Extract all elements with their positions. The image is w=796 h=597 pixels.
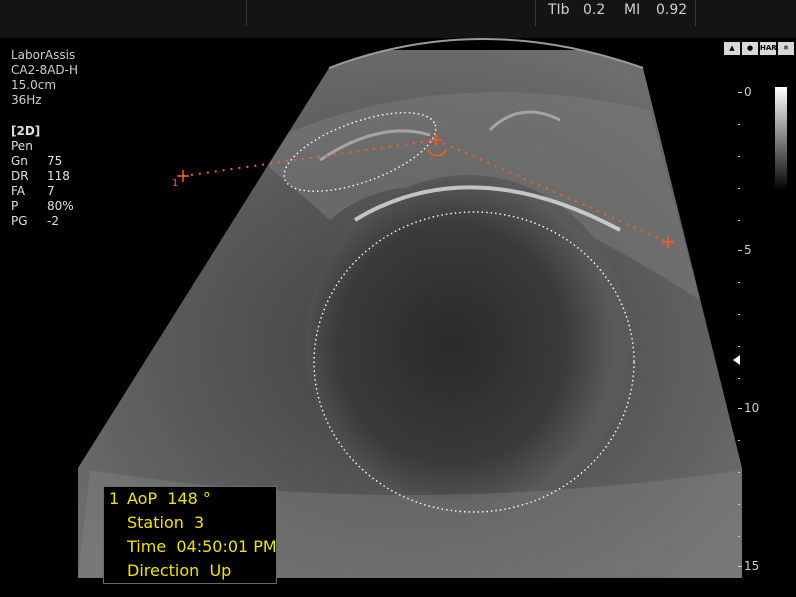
time-value: Time 04:50:01 PM bbox=[127, 537, 277, 556]
divider bbox=[695, 0, 696, 26]
depth-tick bbox=[738, 314, 740, 315]
result-index: 1 bbox=[109, 489, 120, 508]
focus-marker-icon[interactable] bbox=[733, 355, 740, 365]
mode-label: [2D] bbox=[11, 124, 41, 138]
frame-rate: 36Hz bbox=[11, 93, 42, 107]
probe-icon: ▲ bbox=[724, 42, 740, 55]
depth-label-10: 10 bbox=[744, 401, 760, 415]
measurement-results-box: 1 AoP 148 ° Station 3 Time 04:50:01 PM D… bbox=[103, 486, 277, 584]
divider bbox=[246, 0, 247, 26]
divider bbox=[535, 0, 536, 26]
param-key: P bbox=[11, 199, 19, 213]
station-value: Station 3 bbox=[127, 513, 205, 532]
mi-label: MI bbox=[624, 2, 641, 18]
depth-tick bbox=[738, 440, 740, 441]
param-value: 75 bbox=[47, 154, 63, 168]
depth-tick bbox=[738, 408, 742, 409]
param-key: DR bbox=[11, 169, 29, 183]
caliper-left[interactable] bbox=[177, 170, 189, 182]
param-value: -2 bbox=[47, 214, 59, 228]
depth-tick bbox=[738, 378, 740, 379]
depth-tick bbox=[738, 282, 740, 283]
measurement-marker: 1 bbox=[172, 178, 178, 189]
depth-tick bbox=[738, 504, 740, 505]
probe-info: LaborAssis CA2-8AD-H 15.0cm 36Hz bbox=[11, 48, 78, 108]
param-row: Gn 75 bbox=[11, 154, 74, 169]
param-row: DR 118 bbox=[11, 169, 74, 184]
depth-tick bbox=[738, 346, 740, 347]
fetal-icon: ● bbox=[742, 42, 758, 55]
imaging-params: [2D] Pen Gn 75 DR 118 FA 7 P 80% PG -2 bbox=[11, 124, 74, 229]
param-key: Gn bbox=[11, 154, 28, 168]
mi-value: 0.92 bbox=[656, 2, 688, 18]
depth-label-0: 0 bbox=[744, 85, 752, 99]
depth-tick bbox=[738, 124, 740, 125]
param-row: PG -2 bbox=[11, 214, 74, 229]
depth-scale: 0 5 10 15 bbox=[730, 80, 790, 580]
param-key: FA bbox=[11, 184, 26, 198]
depth-tick bbox=[738, 536, 740, 537]
depth-value: 15.0cm bbox=[11, 78, 57, 92]
param-value: 80% bbox=[47, 199, 74, 213]
aop-value: AoP 148 ° bbox=[127, 489, 211, 508]
tib-value: 0.2 bbox=[583, 2, 606, 18]
param-row: FA 7 bbox=[11, 184, 74, 199]
depth-label-5: 5 bbox=[744, 243, 752, 257]
depth-tick bbox=[738, 566, 742, 567]
top-bar: TIb 0.2 MI 0.92 bbox=[0, 0, 796, 38]
depth-tick bbox=[738, 188, 740, 189]
param-value: 7 bbox=[47, 184, 55, 198]
har-icon: HAR bbox=[760, 42, 777, 55]
depth-tick bbox=[738, 92, 742, 93]
preset-label: Pen bbox=[11, 139, 33, 153]
depth-label-15: 15 bbox=[744, 559, 760, 573]
depth-tick bbox=[738, 250, 742, 251]
probe-name: CA2-8AD-H bbox=[11, 63, 78, 77]
depth-tick bbox=[738, 472, 740, 473]
snowflake-icon: ❄ bbox=[778, 42, 794, 55]
status-icons: ▲ ● HAR ❄ bbox=[724, 42, 794, 55]
param-row: P 80% bbox=[11, 199, 74, 214]
tib-label: TIb bbox=[548, 2, 570, 18]
institution-name: LaborAssis bbox=[11, 48, 76, 62]
direction-value: Direction Up bbox=[127, 561, 232, 580]
param-value: 118 bbox=[47, 169, 70, 183]
param-key: PG bbox=[11, 214, 28, 228]
depth-tick bbox=[738, 156, 740, 157]
depth-tick bbox=[738, 220, 740, 221]
